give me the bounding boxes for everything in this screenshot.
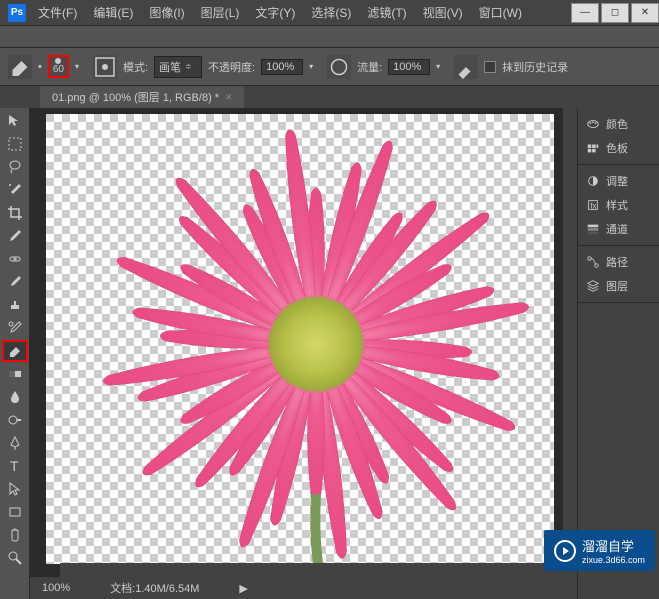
eyedropper-tool[interactable] bbox=[2, 225, 28, 247]
flow-label: 流量: bbox=[357, 59, 382, 75]
document-info[interactable]: 文档:1.40M/6.54M bbox=[110, 580, 199, 596]
svg-text:fx: fx bbox=[590, 202, 596, 211]
zoom-tool[interactable] bbox=[2, 547, 28, 569]
lasso-tool[interactable] bbox=[2, 156, 28, 178]
rectangle-tool[interactable] bbox=[2, 501, 28, 523]
titlebar: Ps 文件(F) 编辑(E) 图像(I) 图层(L) 文字(Y) 选择(S) 滤… bbox=[0, 0, 659, 26]
menu-layer[interactable]: 图层(L) bbox=[193, 4, 248, 21]
window-controls: — ◻ ✕ bbox=[569, 3, 659, 23]
minimize-button[interactable]: — bbox=[571, 3, 599, 23]
watermark-text: 溜溜自学 bbox=[582, 539, 634, 554]
clone-stamp-tool[interactable] bbox=[2, 294, 28, 316]
opacity-dropdown[interactable]: ▾ bbox=[309, 62, 321, 71]
crop-tool[interactable] bbox=[2, 202, 28, 224]
erase-history-label: 抹到历史记录 bbox=[502, 59, 568, 75]
vertical-scrollbar[interactable] bbox=[563, 108, 577, 577]
flower-image bbox=[46, 114, 554, 564]
hand-tool[interactable] bbox=[2, 524, 28, 546]
path-selection-tool[interactable] bbox=[2, 478, 28, 500]
appbar bbox=[0, 26, 659, 48]
pressure-opacity-icon[interactable] bbox=[327, 55, 351, 79]
brush-size-value: 60 bbox=[53, 64, 64, 75]
panel-styles[interactable]: fx样式 bbox=[578, 193, 659, 217]
menu-view[interactable]: 视图(V) bbox=[415, 4, 471, 21]
magic-wand-tool[interactable] bbox=[2, 179, 28, 201]
brush-panel-icon[interactable] bbox=[93, 55, 117, 79]
status-bar: 100% 文档:1.40M/6.54M ▶ bbox=[30, 577, 577, 599]
status-arrow[interactable]: ▶ bbox=[239, 582, 247, 595]
brush-size-picker[interactable]: 60 bbox=[48, 55, 69, 78]
healing-brush-tool[interactable] bbox=[2, 248, 28, 270]
horizontal-scrollbar[interactable] bbox=[60, 563, 563, 577]
brush-dropdown-arrow[interactable]: ▾ bbox=[75, 62, 87, 71]
close-button[interactable]: ✕ bbox=[631, 3, 659, 23]
panel-channels[interactable]: 通道 bbox=[578, 217, 659, 241]
menu-type[interactable]: 文字(Y) bbox=[247, 4, 303, 21]
mode-select[interactable]: 画笔 ≑ bbox=[154, 56, 202, 78]
app-logo: Ps bbox=[8, 4, 26, 22]
menu-select[interactable]: 选择(S) bbox=[303, 4, 359, 21]
menu-image[interactable]: 图像(I) bbox=[141, 4, 192, 21]
watermark: 溜溜自学 zixue.3d66.com bbox=[544, 530, 655, 571]
brush-tool[interactable] bbox=[2, 271, 28, 293]
opacity-input[interactable]: 100% bbox=[261, 59, 303, 75]
type-tool[interactable]: T bbox=[2, 455, 28, 477]
erase-history-checkbox[interactable] bbox=[484, 61, 496, 73]
maximize-button[interactable]: ◻ bbox=[601, 3, 629, 23]
options-bar: • 60 ▾ 模式: 画笔 ≑ 不透明度: 100% ▾ 流量: 100% ▾ … bbox=[0, 48, 659, 86]
canvas-area[interactable]: 100% 文档:1.40M/6.54M ▶ bbox=[30, 108, 577, 599]
panel-color[interactable]: 颜色 bbox=[578, 112, 659, 136]
menu-file[interactable]: 文件(F) bbox=[30, 4, 85, 21]
document-tab-bar: 01.png @ 100% (图层 1, RGB/8) * × bbox=[0, 86, 659, 108]
flow-input[interactable]: 100% bbox=[388, 59, 430, 75]
canvas[interactable] bbox=[46, 114, 554, 564]
eraser-tool-indicator bbox=[8, 55, 32, 79]
separator: • bbox=[38, 61, 42, 73]
flow-dropdown[interactable]: ▾ bbox=[436, 62, 448, 71]
eraser-tool[interactable] bbox=[2, 340, 28, 362]
close-tab-icon[interactable]: × bbox=[225, 90, 232, 104]
svg-text:T: T bbox=[10, 458, 19, 474]
menu-filter[interactable]: 滤镜(T) bbox=[359, 4, 414, 21]
menu-window[interactable]: 窗口(W) bbox=[471, 4, 530, 21]
toolbar: T bbox=[0, 108, 30, 599]
gradient-tool[interactable] bbox=[2, 363, 28, 385]
menu-edit[interactable]: 编辑(E) bbox=[85, 4, 141, 21]
panels: 颜色 色板 调整 fx样式 通道 路径 图层 bbox=[577, 108, 659, 599]
pen-tool[interactable] bbox=[2, 432, 28, 454]
blur-tool[interactable] bbox=[2, 386, 28, 408]
watermark-url: zixue.3d66.com bbox=[582, 555, 645, 565]
workspace: T bbox=[0, 108, 659, 599]
document-tab[interactable]: 01.png @ 100% (图层 1, RGB/8) * × bbox=[40, 86, 244, 108]
move-tool[interactable] bbox=[2, 110, 28, 132]
panel-swatches[interactable]: 色板 bbox=[578, 136, 659, 160]
zoom-level[interactable]: 100% bbox=[42, 582, 70, 594]
mode-label: 模式: bbox=[123, 59, 148, 75]
panel-paths[interactable]: 路径 bbox=[578, 250, 659, 274]
opacity-label: 不透明度: bbox=[208, 59, 255, 75]
airbrush-icon[interactable] bbox=[454, 55, 478, 79]
panel-adjustments[interactable]: 调整 bbox=[578, 169, 659, 193]
dodge-tool[interactable] bbox=[2, 409, 28, 431]
history-brush-tool[interactable] bbox=[2, 317, 28, 339]
marquee-tool[interactable] bbox=[2, 133, 28, 155]
panel-layers[interactable]: 图层 bbox=[578, 274, 659, 298]
